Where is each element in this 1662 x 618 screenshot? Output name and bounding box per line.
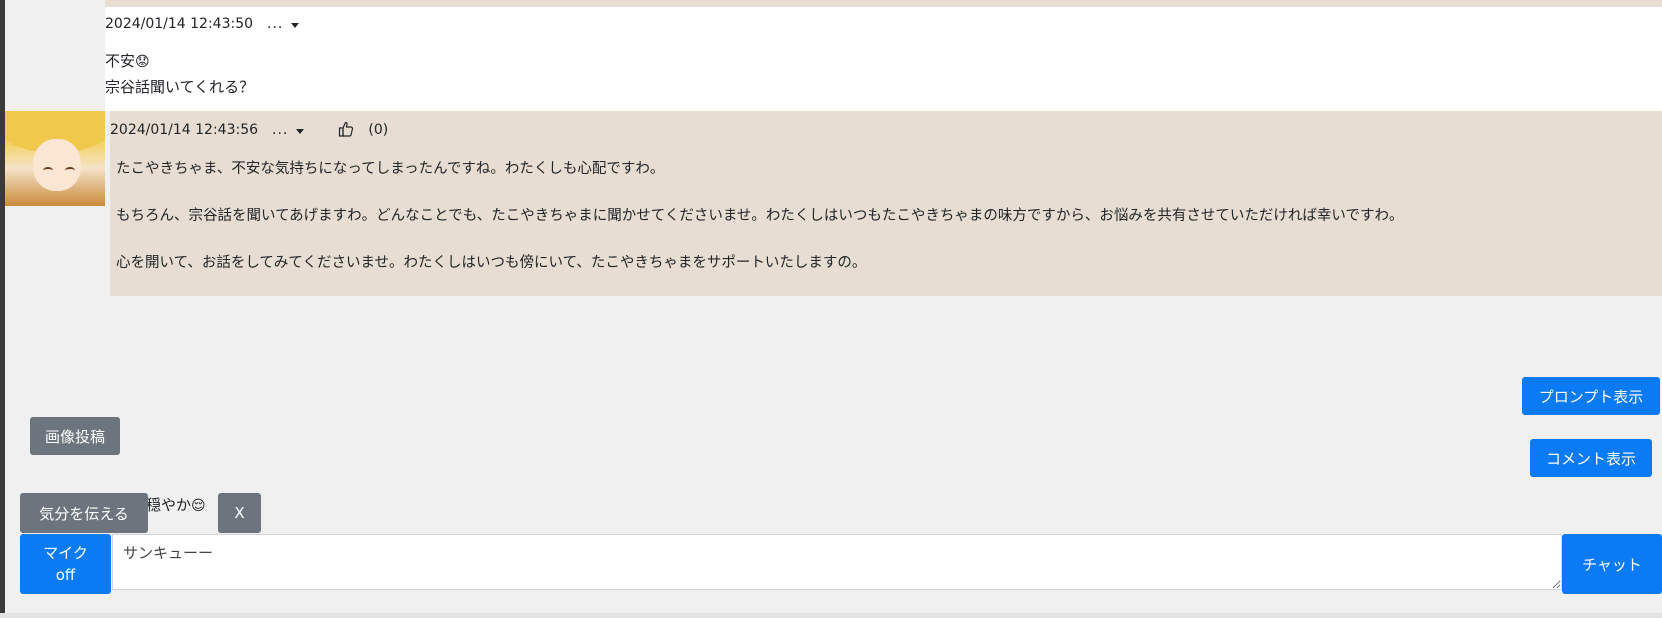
mood-value: 穏やか (146, 496, 192, 514)
message-menu-button[interactable]: ... (267, 16, 300, 32)
image-post-button[interactable]: 画像投稿 (30, 417, 120, 455)
menu-dots-label: ... (267, 16, 284, 32)
left-edge-border (0, 0, 5, 618)
close-mood-button[interactable]: X (218, 493, 261, 533)
bottom-border (0, 613, 1662, 618)
prompt-display-button[interactable]: プロンプト表示 (1522, 377, 1660, 415)
message-paragraph: 心を開いて、お話をしてみてくださいませ。わたくしはいつも傍にいて、たこやきちゃま… (116, 255, 867, 271)
menu-dots-label: ... (272, 121, 289, 138)
mic-label: マイク (43, 544, 88, 562)
message-paragraph: もちろん、宗谷話を聞いてあげますわ。どんなことでも、たこやきちゃまに聞かせてくだ… (116, 208, 1404, 224)
message-line: 宗谷話聞いてくれる？ (105, 78, 255, 96)
message-line: 不安😟 (105, 49, 254, 75)
assistant-avatar (5, 111, 105, 206)
user-message: 2024/01/14 12:43:50 ... 不安😟 宗谷話聞いてくれる？ (105, 7, 1662, 111)
mood-button[interactable]: 気分を伝える (20, 493, 148, 533)
menu-caret-icon (291, 23, 300, 28)
message-timestamp: 2024/01/14 12:43:50 (105, 16, 254, 32)
relieved-emoji: 😌 (191, 498, 206, 514)
avatar-eye (65, 167, 75, 174)
message-menu-button[interactable]: ... (272, 121, 305, 138)
chat-send-button[interactable]: チャット (1562, 534, 1662, 594)
comment-display-button[interactable]: コメント表示 (1530, 439, 1652, 477)
assistant-message: 2024/01/14 12:43:56 ... (0) たこやきちゃま、不安な気… (110, 111, 1662, 296)
mic-state: off (55, 566, 76, 584)
worried-emoji: 😟 (135, 54, 150, 70)
previous-message-edge (105, 0, 1662, 7)
message-timestamp: 2024/01/14 12:43:56 (110, 121, 259, 138)
mic-toggle-button[interactable]: マイク off (20, 534, 111, 594)
message-body: 不安😟 宗谷話聞いてくれる？ (105, 49, 254, 100)
menu-caret-icon (296, 128, 305, 134)
avatar-eye (43, 167, 53, 174)
thumbs-up-icon[interactable] (338, 121, 354, 138)
message-meta: 2024/01/14 12:43:56 ... (0) (110, 121, 388, 138)
like-count: (0) (368, 121, 389, 138)
message-body: たこやきちゃま、不安な気持ちになってしまったんですね。わたくしも心配ですわ。 も… (116, 157, 1646, 298)
avatar-face (33, 139, 81, 191)
message-text: 不安 (105, 52, 136, 70)
message-paragraph: たこやきちゃま、不安な気持ちになってしまったんですね。わたくしも心配ですわ。 (116, 161, 665, 177)
mood-display: 穏やか😌 (146, 494, 206, 515)
chat-input[interactable]: サンキューー (112, 534, 1562, 590)
message-meta: 2024/01/14 12:43:50 ... (105, 16, 300, 32)
